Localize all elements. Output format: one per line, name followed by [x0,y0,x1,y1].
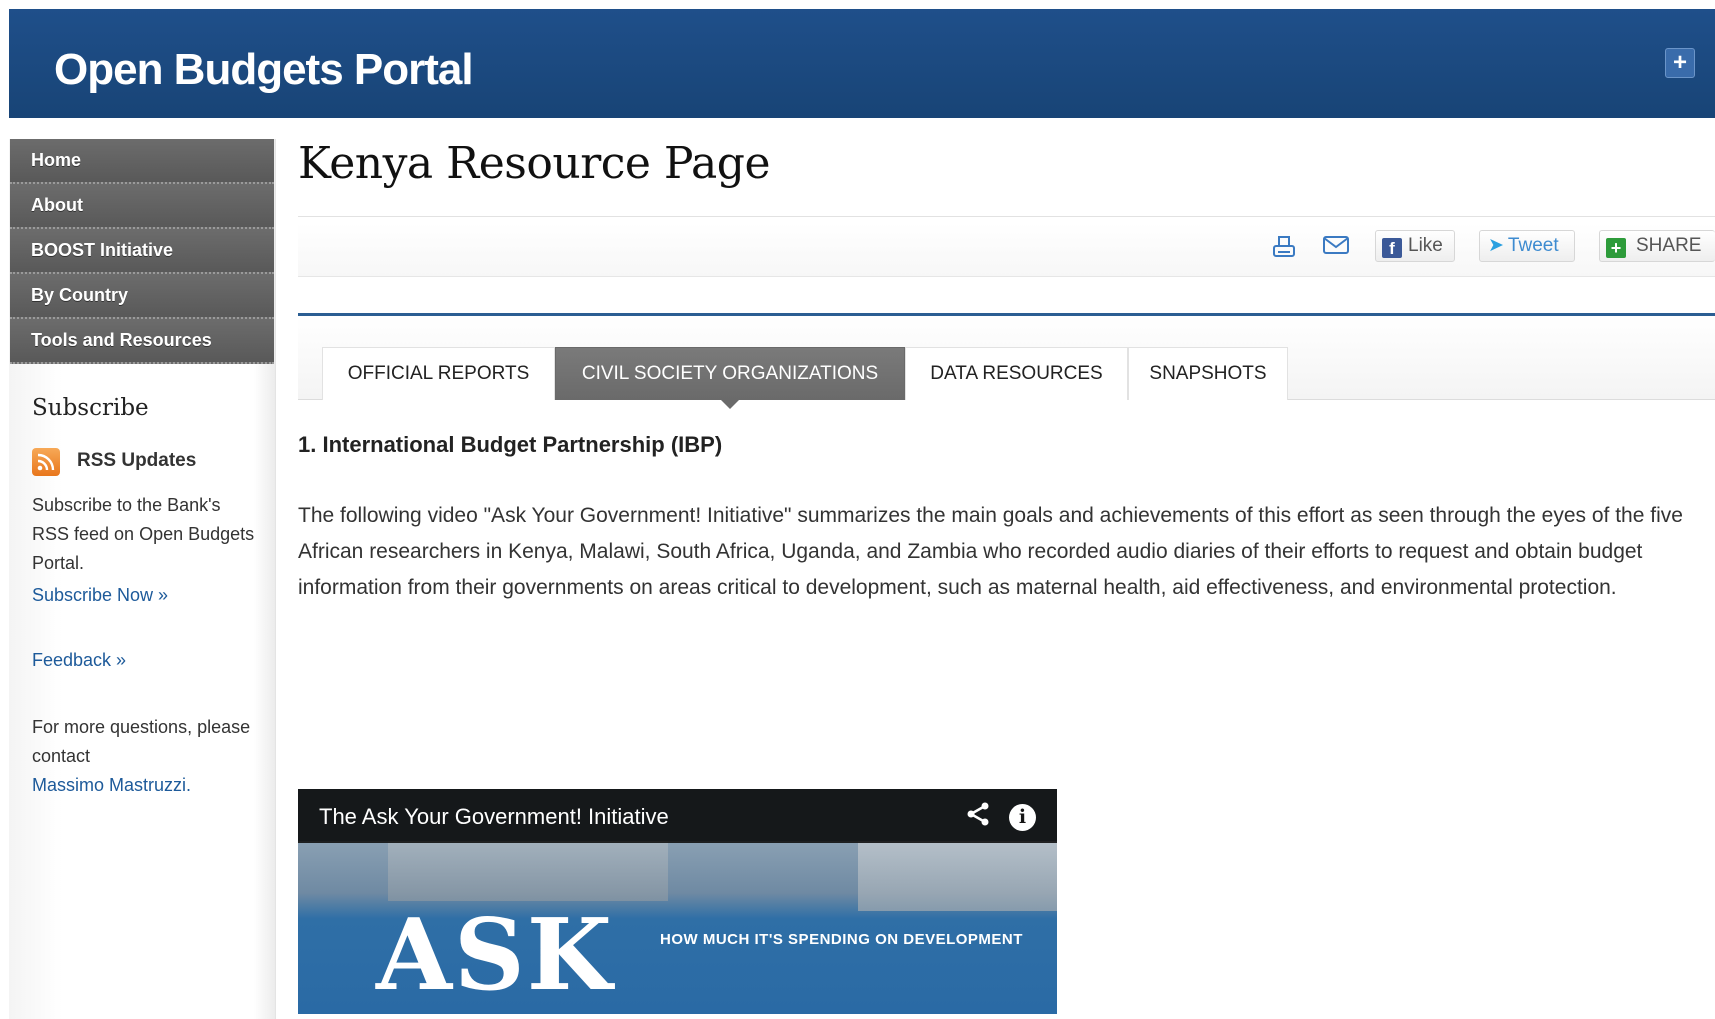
nav-item-home[interactable]: Home [10,139,274,184]
sidebar-nav: Home About BOOST Initiative By Country T… [10,139,274,364]
video-info-icon[interactable]: i [1009,804,1036,831]
nav-item-boost-initiative[interactable]: BOOST Initiative [10,229,274,274]
video-share-icon[interactable] [964,800,992,834]
site-header: Open Budgets Portal + [9,9,1715,118]
subscribe-description: Subscribe to the Bank's RSS feed on Open… [32,495,255,573]
nav-item-tools-and-resources[interactable]: Tools and Resources [10,319,274,364]
like-label: Like [1408,235,1443,256]
video-player[interactable]: ASK HOW MUCH IT'S SPENDING ON DEVELOPMEN… [298,789,1057,1014]
video-title[interactable]: The Ask Your Government! Initiative [319,804,669,830]
section-body-text: The following video "Ask Your Government… [298,504,1683,599]
twitter-bird-icon: ➤ [1488,235,1504,256]
contact-info: For more questions, please contact Massi… [32,713,262,800]
mail-icon[interactable] [1322,234,1350,260]
tab-civil-society-organizations[interactable]: CIVIL SOCIETY ORGANIZATIONS [555,347,905,400]
tab-snapshots[interactable]: SNAPSHOTS [1128,347,1288,400]
nav-item-about[interactable]: About [10,184,274,229]
subscribe-now-link[interactable]: Subscribe Now » [32,585,168,606]
contact-text: For more questions, please contact [32,717,251,766]
page-title: Kenya Resource Page [298,138,771,189]
share-label: SHARE [1636,235,1702,256]
tweet-button[interactable]: ➤ Tweet [1479,230,1575,262]
divider [298,216,1715,217]
tab-official-reports[interactable]: OFFICIAL REPORTS [322,347,555,400]
print-icon[interactable] [1270,234,1298,260]
share-plus-icon: + [1606,238,1626,258]
rss-updates-label[interactable]: RSS Updates [77,450,196,472]
feedback-link[interactable]: Feedback » [32,650,126,671]
video-background-building [858,841,1057,911]
rss-icon[interactable] [32,448,60,476]
contact-name-link[interactable]: Massimo Mastruzzi. [32,775,191,795]
video-thumbnail-subline: HOW MUCH IT'S SPENDING ON DEVELOPMENT [660,931,1023,948]
share-button[interactable]: + SHARE [1599,230,1715,262]
video-thumbnail-headline: ASK [376,898,614,1013]
facebook-like-button[interactable]: f Like [1375,230,1455,262]
nav-item-by-country[interactable]: By Country [10,274,274,319]
active-tab-caret [721,400,739,409]
expand-plus-icon[interactable]: + [1665,48,1695,78]
section-heading: 1. International Budget Partnership (IBP… [298,432,723,457]
tab-data-resources[interactable]: DATA RESOURCES [905,347,1128,400]
facebook-icon: f [1382,238,1402,258]
video-title-bar: The Ask Your Government! Initiative i [298,789,1057,843]
video-background-building [388,841,668,901]
tweet-label: Tweet [1507,235,1559,256]
subscribe-heading: Subscribe [32,395,149,421]
site-title[interactable]: Open Budgets Portal [54,45,474,95]
